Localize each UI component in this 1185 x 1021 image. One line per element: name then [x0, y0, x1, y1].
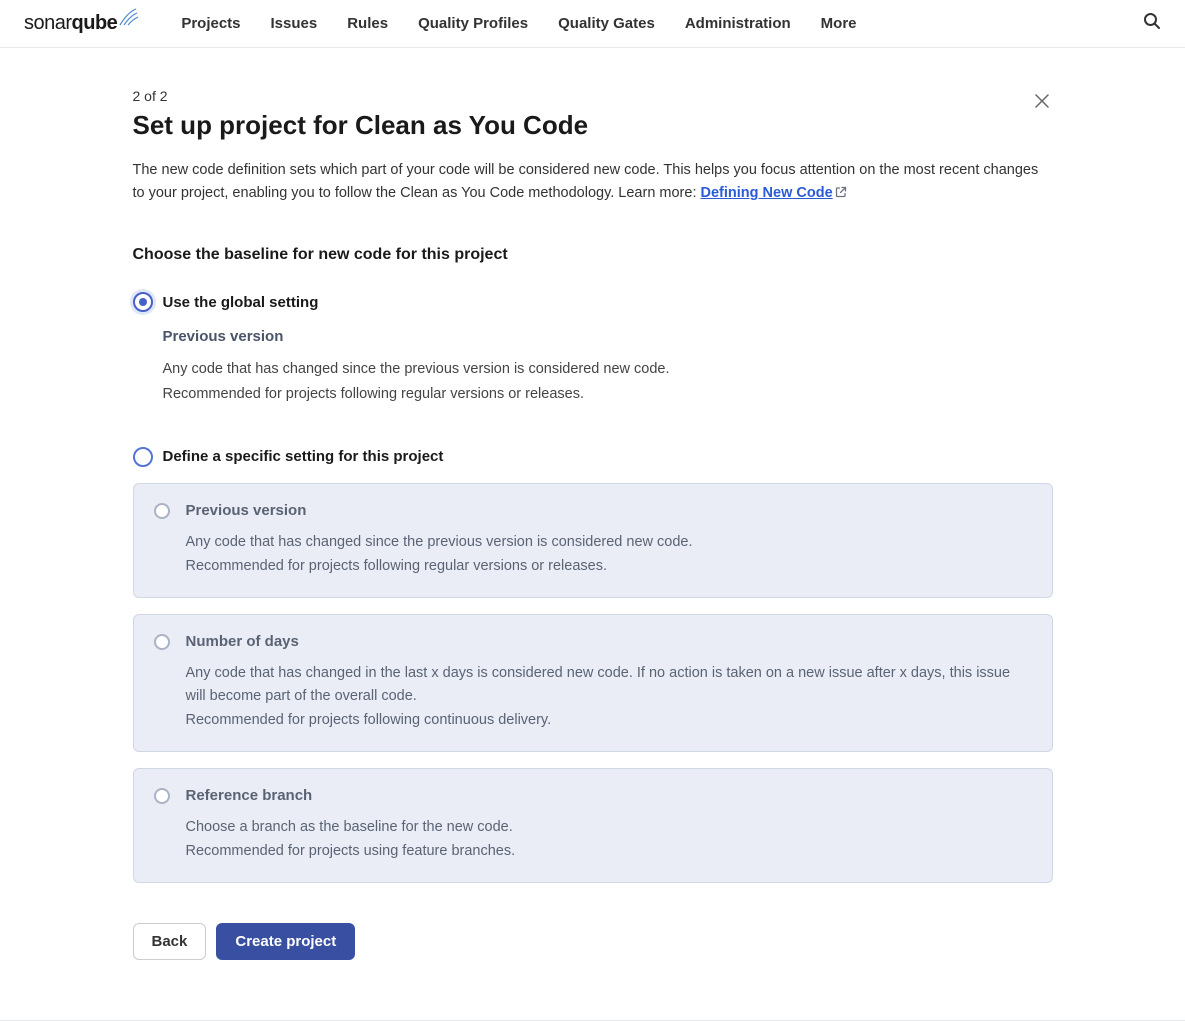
nav-item-quality-profiles[interactable]: Quality Profiles: [418, 15, 528, 32]
global-detail-line2: Recommended for projects following regul…: [163, 382, 1053, 407]
main-content: 2 of 2 Set up project for Clean as You C…: [113, 48, 1073, 1020]
nav-item-more[interactable]: More: [821, 15, 857, 32]
card-line: Choose a branch as the baseline for the …: [186, 816, 1032, 840]
card-title: Previous version: [186, 502, 1032, 519]
nav-item-administration[interactable]: Administration: [685, 15, 791, 32]
nav-items: Projects Issues Rules Quality Profiles Q…: [181, 15, 1143, 32]
card-line: Recommended for projects following conti…: [186, 709, 1032, 733]
search-icon[interactable]: [1143, 12, 1161, 35]
card-title: Number of days: [186, 633, 1032, 650]
global-detail: Previous version Any code that has chang…: [163, 328, 1053, 406]
logo[interactable]: sonarqube: [24, 12, 141, 35]
card-radio-number-of-days[interactable]: [154, 634, 170, 650]
page-title: Set up project for Clean as You Code: [133, 110, 1053, 141]
card-line: Any code that has changed since the prev…: [186, 531, 1032, 555]
create-project-button[interactable]: Create project: [216, 923, 355, 960]
radio-specific[interactable]: [133, 447, 153, 467]
card-line: Any code that has changed in the last x …: [186, 662, 1032, 710]
specific-setting-option: Define a specific setting for this proje…: [133, 447, 1053, 883]
description: The new code definition sets which part …: [133, 159, 1053, 206]
logo-wave-icon: [119, 8, 141, 31]
card-radio-reference-branch[interactable]: [154, 788, 170, 804]
global-setting-option: Use the global setting Previous version …: [133, 292, 1053, 406]
card-reference-branch[interactable]: Reference branch Choose a branch as the …: [133, 768, 1053, 883]
defining-new-code-link[interactable]: Defining New Code: [701, 185, 847, 201]
footer-actions: Back Create project: [133, 923, 1053, 960]
baseline-subheading: Choose the baseline for new code for thi…: [133, 246, 1053, 264]
card-line: Recommended for projects using feature b…: [186, 840, 1032, 864]
radio-specific-row[interactable]: Define a specific setting for this proje…: [133, 447, 1053, 467]
global-detail-line1: Any code that has changed since the prev…: [163, 357, 1053, 382]
global-detail-title: Previous version: [163, 328, 1053, 345]
radio-global-row[interactable]: Use the global setting: [133, 292, 1053, 312]
card-previous-version[interactable]: Previous version Any code that has chang…: [133, 483, 1053, 598]
nav-item-rules[interactable]: Rules: [347, 15, 388, 32]
radio-global[interactable]: [133, 292, 153, 312]
step-indicator: 2 of 2: [133, 88, 1053, 104]
radio-specific-label: Define a specific setting for this proje…: [163, 448, 444, 465]
card-line: Recommended for projects following regul…: [186, 555, 1032, 579]
top-nav: sonarqube Projects Issues Rules Quality …: [0, 0, 1185, 48]
nav-item-issues[interactable]: Issues: [271, 15, 318, 32]
logo-text: sonarqube: [24, 12, 117, 35]
card-title: Reference branch: [186, 787, 1032, 804]
close-button[interactable]: [1031, 88, 1053, 116]
card-radio-previous-version[interactable]: [154, 503, 170, 519]
external-link-icon: [835, 183, 847, 206]
back-button[interactable]: Back: [133, 923, 207, 960]
close-icon: [1035, 91, 1049, 113]
radio-global-label: Use the global setting: [163, 294, 319, 311]
nav-item-quality-gates[interactable]: Quality Gates: [558, 15, 655, 32]
nav-item-projects[interactable]: Projects: [181, 15, 240, 32]
card-number-of-days[interactable]: Number of days Any code that has changed…: [133, 614, 1053, 753]
